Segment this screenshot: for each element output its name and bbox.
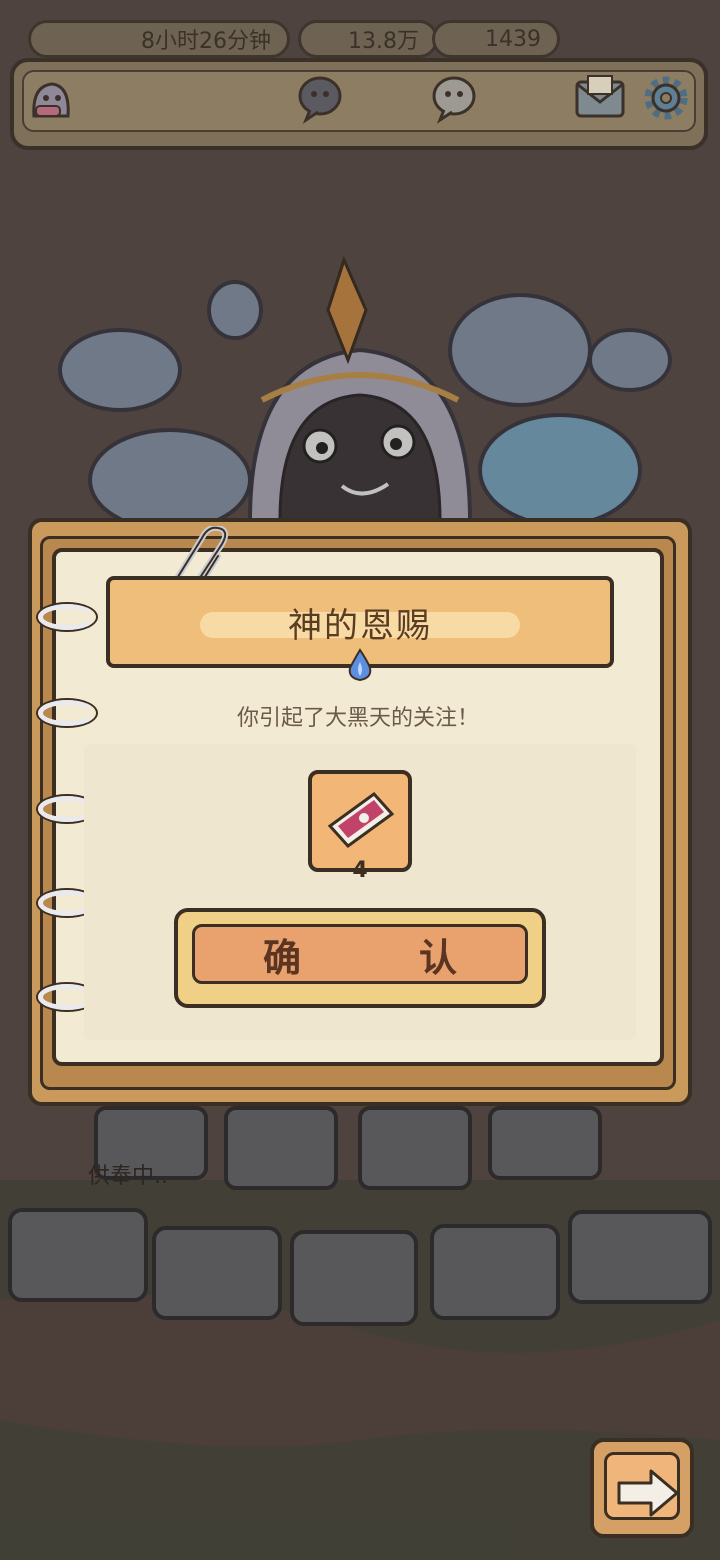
next-arrow-button-face[interactable]	[604, 1452, 680, 1520]
next-arrow-button[interactable]	[590, 1438, 694, 1538]
confirm-label: 确 认	[262, 935, 497, 980]
timer-pill[interactable]: 8小时26分钟	[28, 20, 290, 58]
currency-2-value: 1439	[485, 26, 541, 52]
arrow-right-icon	[617, 1469, 679, 1517]
ghost-icon	[32, 82, 70, 118]
dialog-title: 神的恩赐	[288, 605, 432, 646]
timer-text: 8小时26分钟	[141, 29, 271, 54]
ticket-icon	[327, 791, 395, 849]
currency-1-pill[interactable]: 13.8万	[298, 20, 438, 58]
confirm-button[interactable]: 确 认	[174, 908, 546, 1008]
confirm-button-face[interactable]: 确 认	[192, 924, 528, 984]
gear-icon[interactable]	[640, 72, 692, 124]
mail-icon[interactable]	[574, 74, 626, 122]
currency-2-pill[interactable]: 1439	[432, 20, 560, 58]
offering-status-text: 供奉中..	[88, 1164, 168, 1189]
dialog-message: 你引起了大黑天的关注！	[236, 706, 479, 731]
soul-bubble-icon	[432, 76, 476, 124]
flame-icon	[348, 648, 372, 682]
reward-item-slot[interactable]	[308, 770, 412, 872]
reward-count: 4	[352, 858, 368, 883]
currency-1-value: 13.8万	[348, 29, 419, 54]
spirit-bubble-icon	[298, 76, 342, 124]
